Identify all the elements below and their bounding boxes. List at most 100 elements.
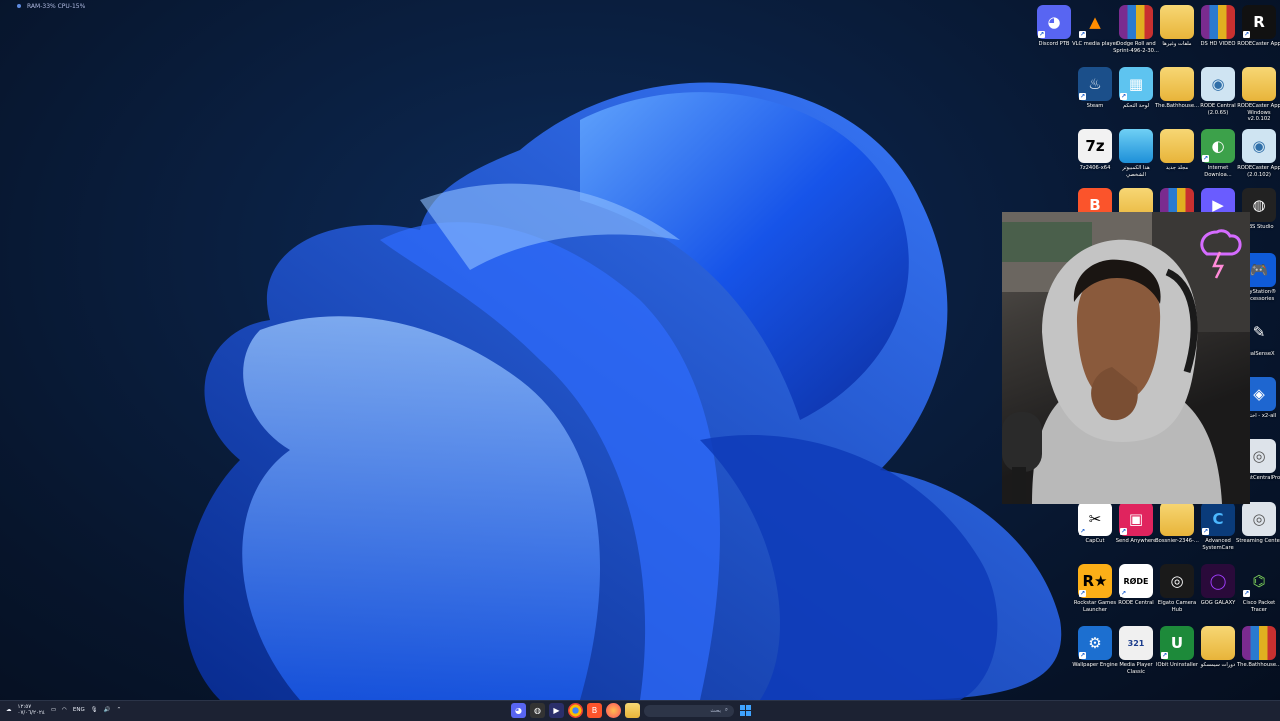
desktop-icon-label: Advanced SystemCare	[1202, 538, 1234, 551]
discord-ptb-icon: ◕ ↗	[1037, 5, 1071, 39]
search-placeholder: بحث	[710, 707, 721, 714]
shortcut-arrow-icon: ↗	[1079, 590, 1086, 597]
desktop-icon-label: The.Bathhouse...	[1155, 103, 1199, 109]
desktop-icon-iobit-uninstaller[interactable]: U ↗ IObit Uninstaller	[1154, 626, 1200, 669]
desktop-icon-label: هذا الكمبيوتر الشخصي	[1122, 165, 1150, 178]
chrome-taskbar-icon[interactable]	[568, 703, 583, 718]
internet-downloa-icon: ◐ ↗	[1201, 129, 1235, 163]
desktop-icon-rode-central-2-0-65[interactable]: ◉ RODE Central (2.0.65)	[1195, 67, 1241, 116]
discord-taskbar-icon[interactable]: ◕	[511, 703, 526, 718]
desktop-icon-label: RODECaster App Windows v2.0.102	[1237, 103, 1280, 122]
desktop-icon-label: Wallpaper Engine	[1072, 662, 1118, 668]
desktop-icon-discord-ptb[interactable]: ◕ ↗ Discord PTB	[1031, 5, 1077, 48]
wallpaper-engine-icon: ⚙ ↗	[1078, 626, 1112, 660]
start-button-windows-icon[interactable]	[738, 703, 753, 718]
desktop-icon-label: RODE Central (2.0.65)	[1200, 103, 1236, 116]
clock-date: ٠٧/٠٦/٢٠٢٤	[17, 710, 45, 716]
desktop-icon-label: دورات سيمسكو	[1200, 662, 1236, 668]
desktop-icon-rodecaster-app[interactable]: R ↗ RODECaster App	[1236, 5, 1280, 48]
shortcut-arrow-icon: ↗	[1079, 93, 1086, 100]
rodecaster-app-icon: R ↗	[1242, 5, 1276, 39]
performance-overlay: RAM-33% CPU-15%	[17, 3, 85, 10]
desktop-icon-vlc-media-player[interactable]: ▲ ↗ VLC media player	[1072, 5, 1118, 48]
desktop-icon-label: Discord PTB	[1038, 41, 1070, 47]
desktop-icon-rodecaster-app-2-0-102[interactable]: ◉ RODECaster App (2.0.102)	[1236, 129, 1280, 178]
desktop-icon-advanced-systemcare[interactable]: C ↗ Advanced SystemCare	[1195, 502, 1241, 551]
desktop-icon-internet-downloa[interactable]: ◐ ↗ Internet Downloa...	[1195, 129, 1241, 178]
search-icon: ⌕	[724, 707, 728, 713]
wifi-icon[interactable]: ◠	[62, 707, 67, 713]
desktop-icon-rockstar-games-launcher[interactable]: R★ ↗ Rockstar Games Launcher	[1072, 564, 1118, 613]
language-indicator[interactable]: ENG	[73, 707, 85, 713]
weather-icon[interactable]: ☁	[6, 707, 12, 713]
webcam-overlay	[1002, 212, 1250, 504]
perf-dot-icon	[17, 4, 21, 8]
desktop-icon-label: مجلد جديد	[1165, 165, 1189, 171]
rode-central-2-0-65-icon: ◉	[1201, 67, 1235, 101]
desktop-icon-gog-galaxy[interactable]: ◯ GOG GALAXY	[1195, 564, 1241, 607]
desktop-icon-label: Streaming Center	[1236, 538, 1280, 544]
desktop-icon-steam[interactable]: ♨ ↗ Steam	[1072, 67, 1118, 110]
shortcut-arrow-icon: ↗	[1202, 155, 1209, 162]
cisco-packet-tracer-icon: ⌬ ↗	[1243, 572, 1266, 597]
desktop-icon-dodge-roll-and-sprint-496-2-30[interactable]: Dodge Roll and Sprint-496-2-30...	[1113, 5, 1159, 54]
desktop-icon-capcut[interactable]: ✂ ↗ CapCut	[1072, 502, 1118, 545]
desktop-icon-label: Elgato Camera Hub	[1157, 600, 1197, 613]
desktop-icon-7z2406-x64[interactable]: 7z 7z2406-x64	[1072, 129, 1118, 172]
shortcut-arrow-icon: ↗	[1120, 528, 1127, 535]
desktop-icon-rode-central[interactable]: RØDE ↗ RODE Central	[1113, 564, 1159, 607]
desktop-icon-icon-38[interactable]: دورات سيمسكو	[1195, 626, 1241, 669]
desktop-icon-send-anywhere[interactable]: ▣ ↗ Send Anywhere	[1113, 502, 1159, 545]
desktop-icon-label: ملفات وغيرها	[1162, 41, 1192, 47]
desktop-icon-bossnier-2346[interactable]: Bossnier-2346-...	[1154, 502, 1200, 545]
desktop-icon-label: لوحة التحكم	[1122, 103, 1150, 109]
desktop-icon-rodecaster-app-windows-v2-0-102[interactable]: RODECaster App Windows v2.0.102	[1236, 67, 1280, 123]
clock[interactable]: ١٢:٥٧ ٠٧/٠٦/٢٠٢٤	[18, 704, 45, 716]
taskbar-search[interactable]: بحث ⌕	[644, 704, 734, 717]
gog-galaxy-icon: ◯	[1201, 564, 1235, 598]
desktop-icon-label: Rockstar Games Launcher	[1073, 600, 1117, 613]
desktop-icon-streaming-center[interactable]: ◎ Streaming Center	[1236, 502, 1280, 545]
desktop-icon-wallpaper-engine[interactable]: ⚙ ↗ Wallpaper Engine	[1072, 626, 1118, 669]
icon-38-icon	[1201, 626, 1235, 660]
desktop-icon-icon-13[interactable]: مجلد جديد	[1154, 129, 1200, 172]
brave-taskbar-icon[interactable]: B	[587, 703, 602, 718]
desktop-icon-ds-hd-video[interactable]: DS HD VIDEO	[1195, 5, 1241, 48]
microphone-icon[interactable]: 🎙	[91, 707, 98, 713]
rockstar-games-launcher-icon: R★ ↗	[1078, 564, 1112, 598]
desktop-icon-elgato-camera-hub[interactable]: ◎ Elgato Camera Hub	[1154, 564, 1200, 613]
desktop-icon-icon-12[interactable]: هذا الكمبيوتر الشخصي	[1113, 129, 1159, 178]
icon-12-icon	[1119, 129, 1153, 163]
desktop-icon-the-bathhouse[interactable]: The.Bathhouse...	[1236, 626, 1280, 669]
perf-overlay-text: RAM-33% CPU-15%	[27, 3, 86, 10]
desktop-icon-label: RODECaster App (2.0.102)	[1237, 165, 1280, 178]
desktop-icon-label: GOG GALAXY	[1200, 600, 1236, 606]
rodecaster-app-windows-v2-0-102-icon	[1242, 67, 1276, 101]
firefox-taskbar-icon[interactable]	[606, 703, 621, 718]
iobit-uninstaller-icon: U ↗	[1160, 626, 1194, 660]
notification-icon[interactable]: ▭	[51, 707, 56, 713]
icon-3-icon	[1160, 5, 1194, 39]
desktop-icon-label: Steam	[1086, 103, 1104, 109]
volume-icon[interactable]: 🔊	[104, 707, 111, 713]
streamer-webcam-feed	[1002, 212, 1250, 504]
desktop-icon-the-bathhouse[interactable]: The.Bathhouse...	[1154, 67, 1200, 110]
desktop-icon-media-player-classic[interactable]: 321 Media Player Classic	[1113, 626, 1159, 675]
show-hidden-icons-chevron-icon[interactable]: ⌃	[117, 707, 122, 713]
streaming-center-icon: ◎	[1242, 502, 1276, 536]
desktop-icon-icon-7[interactable]: ▦ ↗ لوحة التحكم	[1113, 67, 1159, 110]
desktop-icon-cisco-packet-tracer[interactable]: ⌬ ↗ Cisco Packet Tracer	[1236, 564, 1280, 613]
desktop-icon-label: 7z2406-x64	[1079, 165, 1111, 171]
file-explorer-taskbar-icon[interactable]	[625, 703, 640, 718]
desktop-icon-icon-3[interactable]: ملفات وغيرها	[1154, 5, 1200, 48]
obs-taskbar-icon[interactable]: ◍	[530, 703, 545, 718]
shortcut-arrow-icon: ↗	[1038, 31, 1045, 38]
desktop-icon-label: IObit Uninstaller	[1156, 662, 1198, 668]
stream-deck-taskbar-icon[interactable]: ▶	[549, 703, 564, 718]
desktop-icon-label: Media Player Classic	[1119, 662, 1153, 675]
advanced-systemcare-icon: C ↗	[1201, 502, 1235, 536]
desktop-icon-label: VLC media player	[1072, 41, 1118, 47]
shortcut-arrow-icon: ↗	[1079, 652, 1086, 659]
ds-hd-video-icon	[1201, 5, 1235, 39]
desktop-icon-label: DS HD VIDEO	[1200, 41, 1236, 47]
